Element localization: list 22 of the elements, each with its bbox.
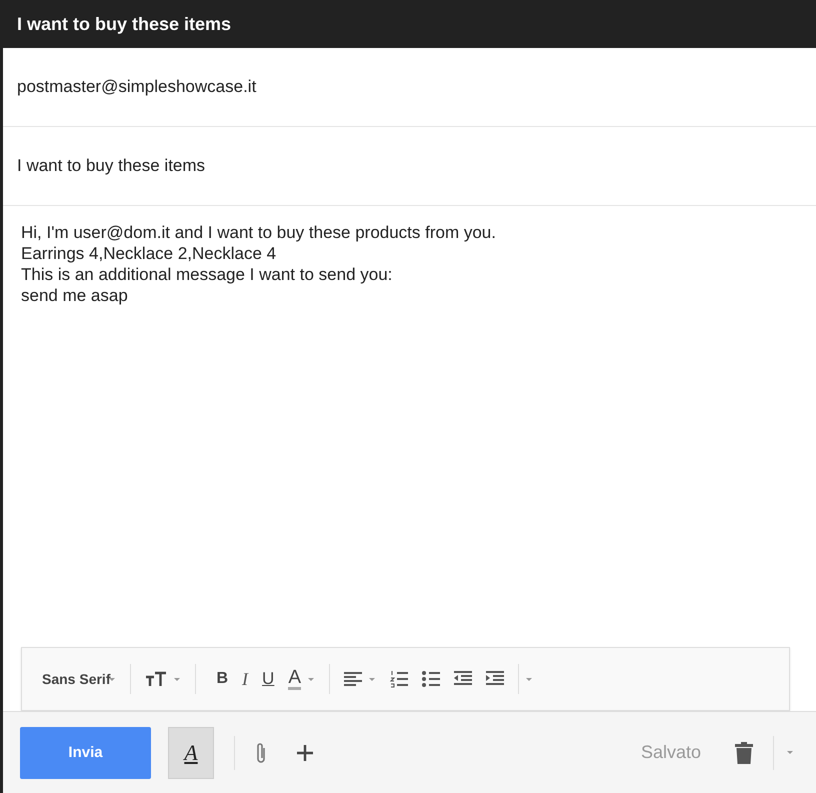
more-options-caret-icon[interactable] <box>786 750 794 755</box>
plus-icon[interactable] <box>297 744 313 760</box>
bulleted-list-icon[interactable] <box>422 670 440 688</box>
font-size-icon[interactable] <box>145 671 168 687</box>
trash-icon[interactable] <box>735 742 753 764</box>
indent-less-icon[interactable] <box>454 671 472 687</box>
paperclip-icon[interactable] <box>255 742 267 764</box>
recipient-field[interactable]: postmaster@simpleshowcase.it <box>17 77 717 97</box>
italic-button[interactable]: I <box>242 668 248 690</box>
font-dropdown[interactable]: Sans Serif <box>42 671 110 687</box>
indent-more-icon[interactable] <box>486 671 504 687</box>
underline-button[interactable]: U <box>262 669 274 689</box>
formatting-toggle-button[interactable]: A <box>168 726 214 778</box>
numbered-list-icon[interactable] <box>390 670 408 688</box>
bold-button[interactable]: B <box>216 670 228 688</box>
align-icon[interactable] <box>344 671 362 687</box>
save-status: Salvato <box>640 742 701 763</box>
subject-field[interactable]: I want to buy these items <box>17 156 717 176</box>
text-color-button[interactable]: A <box>288 668 302 690</box>
more-caret-icon[interactable] <box>525 676 534 682</box>
message-body[interactable]: Hi, I'm user@dom.it and I want to buy these products from you. Earrings 4,Necklace 2,Necklace 4 This is an additional message I want to send you: send me asap <box>3 206 816 647</box>
window-title: I want to buy these items <box>3 0 816 48</box>
